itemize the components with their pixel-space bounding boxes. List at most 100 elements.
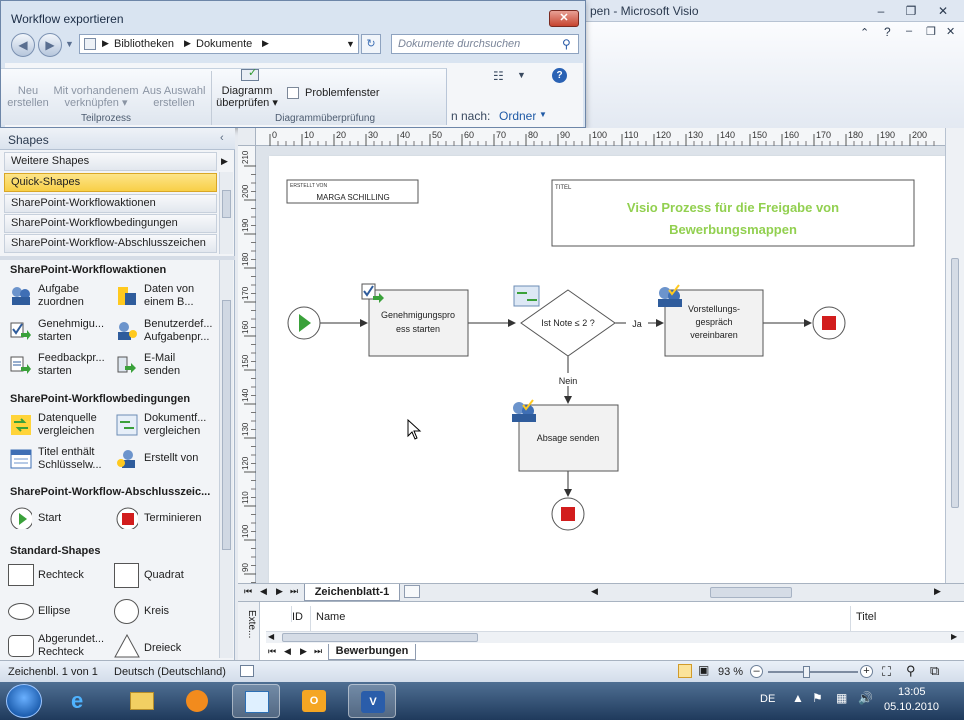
shape-rectangle[interactable]: Rechteck bbox=[8, 563, 113, 589]
history-dropdown-icon[interactable]: ▼ bbox=[65, 39, 74, 49]
next-sheet-icon[interactable]: ▶ bbox=[276, 586, 283, 597]
shape-created-by[interactable]: Erstellt von bbox=[116, 446, 220, 474]
address-bar[interactable]: ▶ Bibliotheken ▶ Dokumente ▶ ▼ bbox=[79, 34, 359, 54]
back-button[interactable]: ◀ bbox=[11, 33, 35, 57]
hscroll-thumb[interactable] bbox=[710, 587, 792, 598]
zoom-slider-track[interactable] bbox=[768, 671, 858, 673]
doc-restore-button[interactable]: ❐ bbox=[926, 25, 936, 38]
tray-date[interactable]: 05.10.2010 bbox=[884, 701, 939, 713]
shape-data-from-list[interactable]: Daten von einem B... bbox=[116, 283, 220, 311]
taskbar-internet-explorer[interactable]: e bbox=[58, 684, 106, 718]
prev-sheet-icon[interactable]: ◀ bbox=[260, 586, 267, 597]
create-from-selection-button[interactable]: Aus Auswahl erstellen bbox=[141, 85, 207, 109]
pan-zoom-icon[interactable]: ⚲ bbox=[906, 663, 916, 679]
stencil-list-scrollbar[interactable] bbox=[219, 172, 233, 254]
shape-start[interactable]: Start bbox=[10, 506, 115, 532]
shape-send-email[interactable]: E-Mail senden bbox=[116, 352, 220, 380]
network-icon[interactable]: ▦ bbox=[836, 691, 847, 705]
stencil-more-shapes[interactable]: Weitere Shapes ▶ bbox=[4, 152, 228, 171]
first-data-tab-icon[interactable]: ⏮ bbox=[268, 646, 276, 657]
taskbar-workflow-app[interactable] bbox=[232, 684, 280, 718]
stencil-workflow-actions[interactable]: SharePoint-Workflowaktionen bbox=[4, 194, 217, 213]
language-indicator[interactable]: Deutsch (Deutschland) bbox=[114, 666, 226, 678]
first-sheet-icon[interactable]: ⏮ bbox=[244, 586, 252, 597]
problem-window-checkbox[interactable] bbox=[287, 87, 299, 99]
minimize-button[interactable]: – bbox=[868, 2, 894, 20]
close-button[interactable]: ✕ bbox=[930, 2, 956, 20]
view-options-icon[interactable]: ☷ bbox=[493, 69, 504, 83]
shape-custom-task-process[interactable]: Benutzerdef... Aufgabenpr... bbox=[116, 318, 220, 346]
breadcrumb-documents[interactable]: Dokumente bbox=[196, 38, 252, 50]
hscroll-thumb[interactable] bbox=[282, 633, 478, 642]
shape-triangle[interactable]: Dreieck bbox=[114, 633, 218, 659]
link-existing-button[interactable]: Mit vorhandenem verknüpfen ▾ bbox=[51, 85, 141, 109]
start-orb-icon[interactable] bbox=[6, 684, 42, 718]
new-subprocess-button[interactable]: Neu erstellen bbox=[7, 85, 49, 109]
presentation-icon[interactable]: ▣ bbox=[698, 663, 709, 677]
view-dropdown-icon[interactable]: ▼ bbox=[517, 70, 526, 80]
page-indicator[interactable]: Zeichenbl. 1 von 1 bbox=[8, 666, 98, 678]
sheet-tab-active[interactable]: Zeichenblatt-1 bbox=[304, 584, 400, 601]
taskbar-outlook[interactable]: O bbox=[290, 684, 338, 718]
last-data-tab-icon[interactable]: ⏭ bbox=[314, 646, 322, 657]
help-icon[interactable]: ? bbox=[884, 25, 891, 39]
prev-data-tab-icon[interactable]: ◀ bbox=[284, 646, 291, 657]
data-tab-active[interactable]: Bewerbungen bbox=[328, 644, 416, 660]
shape-ellipse[interactable]: Ellipse bbox=[8, 599, 113, 625]
tray-time[interactable]: 13:05 bbox=[898, 686, 926, 698]
stencil-workflow-terminators[interactable]: SharePoint-Workflow-Abschlusszeichen bbox=[4, 234, 217, 253]
restore-button[interactable]: ❐ bbox=[898, 2, 924, 20]
column-header-name[interactable]: Name bbox=[316, 611, 345, 623]
validate-diagram-button[interactable]: Diagramm überprüfen ▾ bbox=[215, 85, 279, 109]
shape-circle[interactable]: Kreis bbox=[114, 599, 218, 625]
dialog-close-button[interactable]: ✕ bbox=[549, 10, 579, 27]
stencil-workflow-conditions[interactable]: SharePoint-Workflowbedingungen bbox=[4, 214, 217, 233]
hscroll-right-icon[interactable]: ▶ bbox=[934, 586, 941, 597]
shapes-scrollbar[interactable] bbox=[219, 260, 233, 658]
keyboard-language[interactable]: DE bbox=[760, 693, 775, 705]
shape-compare-document-field[interactable]: Dokumentf... vergleichen bbox=[116, 412, 220, 440]
shape-title-contains-keywords[interactable]: Titel enthält Schlüsselw... bbox=[10, 446, 115, 474]
hscroll-left-icon[interactable]: ◀ bbox=[591, 586, 598, 597]
help-icon[interactable]: ? bbox=[552, 68, 567, 83]
forward-button[interactable]: ▶ bbox=[38, 33, 62, 57]
next-data-tab-icon[interactable]: ▶ bbox=[300, 646, 307, 657]
doc-close-button[interactable]: ✕ bbox=[946, 25, 955, 38]
drawing-page[interactable]: ERSTELLT VON MARGA SCHILLING TITEL Visio… bbox=[269, 156, 945, 583]
start-approval-shape[interactable] bbox=[368, 289, 469, 357]
fit-page-icon[interactable]: ⛶ bbox=[882, 664, 891, 680]
shape-square[interactable]: Quadrat bbox=[114, 563, 218, 589]
shape-compare-data-source[interactable]: Datenquelle vergleichen bbox=[10, 412, 115, 440]
shape-start-approval[interactable]: Genehmigu... starten bbox=[10, 318, 115, 346]
column-header-id[interactable]: ID bbox=[292, 611, 303, 623]
zoom-slider-thumb[interactable] bbox=[803, 666, 810, 678]
insert-sheet-icon[interactable] bbox=[404, 585, 420, 598]
action-center-flag-icon[interactable]: ⚑ bbox=[812, 691, 823, 705]
column-header-title[interactable]: Titel bbox=[856, 611, 876, 623]
last-sheet-icon[interactable]: ⏭ bbox=[290, 586, 298, 597]
shape-start-feedback[interactable]: Feedbackpr... starten bbox=[10, 352, 115, 380]
zoom-in-icon[interactable]: + bbox=[860, 665, 873, 678]
shape-assign-task[interactable]: Aufgabe zuordnen bbox=[10, 283, 115, 311]
hscroll-left-icon[interactable]: ◀ bbox=[268, 632, 274, 641]
switch-windows-icon[interactable]: ⧉ bbox=[930, 663, 939, 679]
search-box[interactable]: Dokumente durchsuchen ⚲ bbox=[391, 34, 579, 54]
doc-minimize-button[interactable]: – bbox=[906, 25, 912, 37]
zoom-level[interactable]: 93 % bbox=[718, 666, 743, 678]
panel-splitter[interactable] bbox=[0, 256, 235, 260]
data-hscrollbar[interactable]: ◀ ▶ bbox=[266, 631, 964, 643]
full-screen-icon[interactable] bbox=[678, 664, 692, 678]
arrange-by-dropdown[interactable]: Ordner bbox=[499, 109, 536, 123]
tray-arrow-icon[interactable]: ▲ bbox=[792, 691, 804, 705]
address-dropdown-icon[interactable]: ▼ bbox=[346, 39, 355, 49]
shape-rounded-rectangle[interactable]: Abgerundet... Rechteck bbox=[8, 633, 113, 661]
refresh-button[interactable]: ↻ bbox=[361, 34, 381, 54]
breadcrumb-libraries[interactable]: Bibliotheken bbox=[114, 38, 174, 50]
shape-terminate[interactable]: Terminieren bbox=[116, 506, 220, 532]
stencil-quick-shapes[interactable]: Quick-Shapes bbox=[4, 173, 217, 192]
ribbon-collapse-icon[interactable]: ⌃ bbox=[860, 26, 869, 39]
zoom-out-icon[interactable]: – bbox=[750, 665, 763, 678]
hscroll-right-icon[interactable]: ▶ bbox=[951, 632, 957, 641]
scroll-thumb[interactable] bbox=[951, 258, 959, 508]
taskbar-media-player[interactable] bbox=[174, 684, 222, 718]
